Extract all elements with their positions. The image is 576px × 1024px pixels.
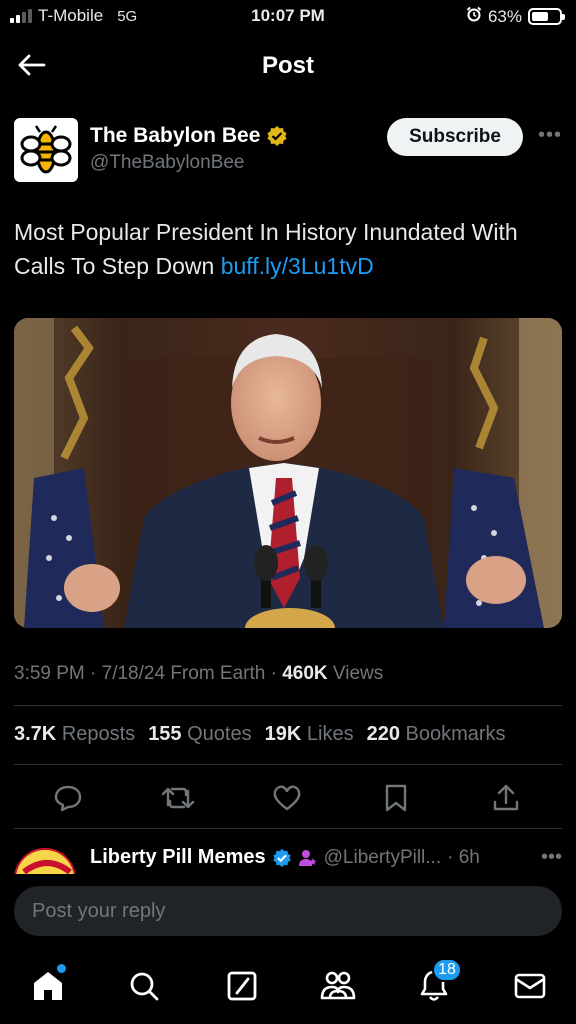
bookmarks-count: 220 (366, 723, 400, 745)
post-photo (14, 318, 562, 628)
bee-logo-icon (20, 125, 72, 174)
subscribe-button[interactable]: Subscribe (387, 118, 523, 156)
reply-author-name[interactable]: Liberty Pill Memes (90, 846, 266, 869)
post-link[interactable]: buff.ly/3Lu1tvD (221, 253, 374, 279)
like-button[interactable] (267, 778, 307, 818)
reply-author: Liberty Pill Memes @LibertyPill... · 6h (90, 846, 480, 869)
likes-label: Likes (306, 723, 354, 745)
bookmarks-stat[interactable]: 220 Bookmarks (367, 723, 506, 746)
post-stats: 3.7K Reposts 155 Quotes 19K Likes 220 Bo… (14, 723, 506, 746)
battery-percent: 63% (487, 6, 522, 26)
verified-badge-icon (267, 126, 287, 146)
reply-time: · 6h (447, 846, 480, 868)
share-icon (493, 784, 519, 811)
home-icon (34, 972, 62, 1000)
reply-avatar[interactable] (14, 848, 76, 874)
post-meta: 3:59 PM · 7/18/24 From Earth · 460K View… (14, 663, 383, 685)
views-label: Views (327, 663, 384, 684)
communities-icon (320, 971, 356, 1000)
post-header: Post (0, 34, 576, 96)
reply-preview[interactable]: Liberty Pill Memes @LibertyPill... · 6h … (14, 838, 562, 874)
divider (14, 828, 562, 829)
reposts-label: Reposts (61, 723, 136, 745)
quotes-label: Quotes (187, 723, 252, 745)
reply-input[interactable]: Post your reply (14, 886, 562, 936)
search-icon (130, 972, 159, 1001)
reposts-stat[interactable]: 3.7K Reposts (14, 723, 135, 746)
divider (14, 705, 562, 706)
views-count: 460K (282, 663, 328, 684)
bottom-tab-bar: 18 (0, 956, 576, 1016)
bookmark-icon (385, 784, 407, 812)
page-title: Post (261, 52, 314, 79)
tab-messages[interactable] (510, 966, 550, 1006)
post-image[interactable] (14, 318, 562, 628)
author-name[interactable]: The Babylon Bee (90, 124, 288, 148)
share-button[interactable] (486, 778, 526, 818)
tab-grok[interactable] (222, 966, 262, 1006)
battery-icon (528, 8, 565, 25)
tab-home[interactable] (28, 964, 68, 1006)
post-timestamp: 3:59 PM · 7/18/24 From Earth · (14, 663, 283, 684)
home-unread-dot (57, 964, 66, 973)
author-avatar[interactable] (14, 118, 78, 182)
tab-search[interactable] (124, 966, 164, 1006)
divider (14, 764, 562, 765)
bookmark-button[interactable] (376, 778, 416, 818)
reply-author-handle: @LibertyPill... (323, 846, 442, 868)
alarm-icon (466, 6, 482, 27)
reply-button[interactable] (48, 778, 88, 818)
messages-icon (514, 973, 546, 999)
reply-more-icon[interactable]: ••• (541, 846, 562, 869)
reposts-count: 3.7K (14, 723, 57, 745)
tab-notifications[interactable]: 18 (414, 958, 462, 1006)
author-name-text: The Babylon Bee (90, 124, 261, 147)
reply-avatar-image (16, 850, 74, 874)
tab-communities[interactable] (318, 966, 358, 1006)
repost-button[interactable] (158, 778, 198, 818)
reply-icon (54, 785, 82, 812)
verified-badge-icon (272, 848, 291, 867)
quotes-count: 155 (148, 723, 182, 745)
like-icon (273, 785, 301, 811)
quotes-stat[interactable]: 155 Quotes (148, 723, 251, 746)
post-actions (14, 778, 562, 818)
more-options-icon[interactable]: ••• (538, 124, 562, 147)
post-text: Most Popular President In History Inunda… (14, 215, 562, 283)
notifications-badge: 18 (432, 958, 462, 982)
status-bar: T-Mobile 5G 10:07 PM 63% (0, 0, 576, 34)
repost-icon (161, 787, 195, 809)
status-bar-right: 63% (466, 6, 565, 27)
affiliate-badge-icon (298, 849, 317, 866)
bookmarks-label: Bookmarks (405, 723, 506, 745)
likes-stat[interactable]: 19K Likes (265, 723, 354, 746)
post-author-row: The Babylon Bee @TheBabylonBee Subscribe… (14, 116, 562, 182)
likes-count: 19K (264, 723, 302, 745)
grok-icon (227, 971, 257, 1001)
author-handle[interactable]: @TheBabylonBee (90, 152, 245, 174)
